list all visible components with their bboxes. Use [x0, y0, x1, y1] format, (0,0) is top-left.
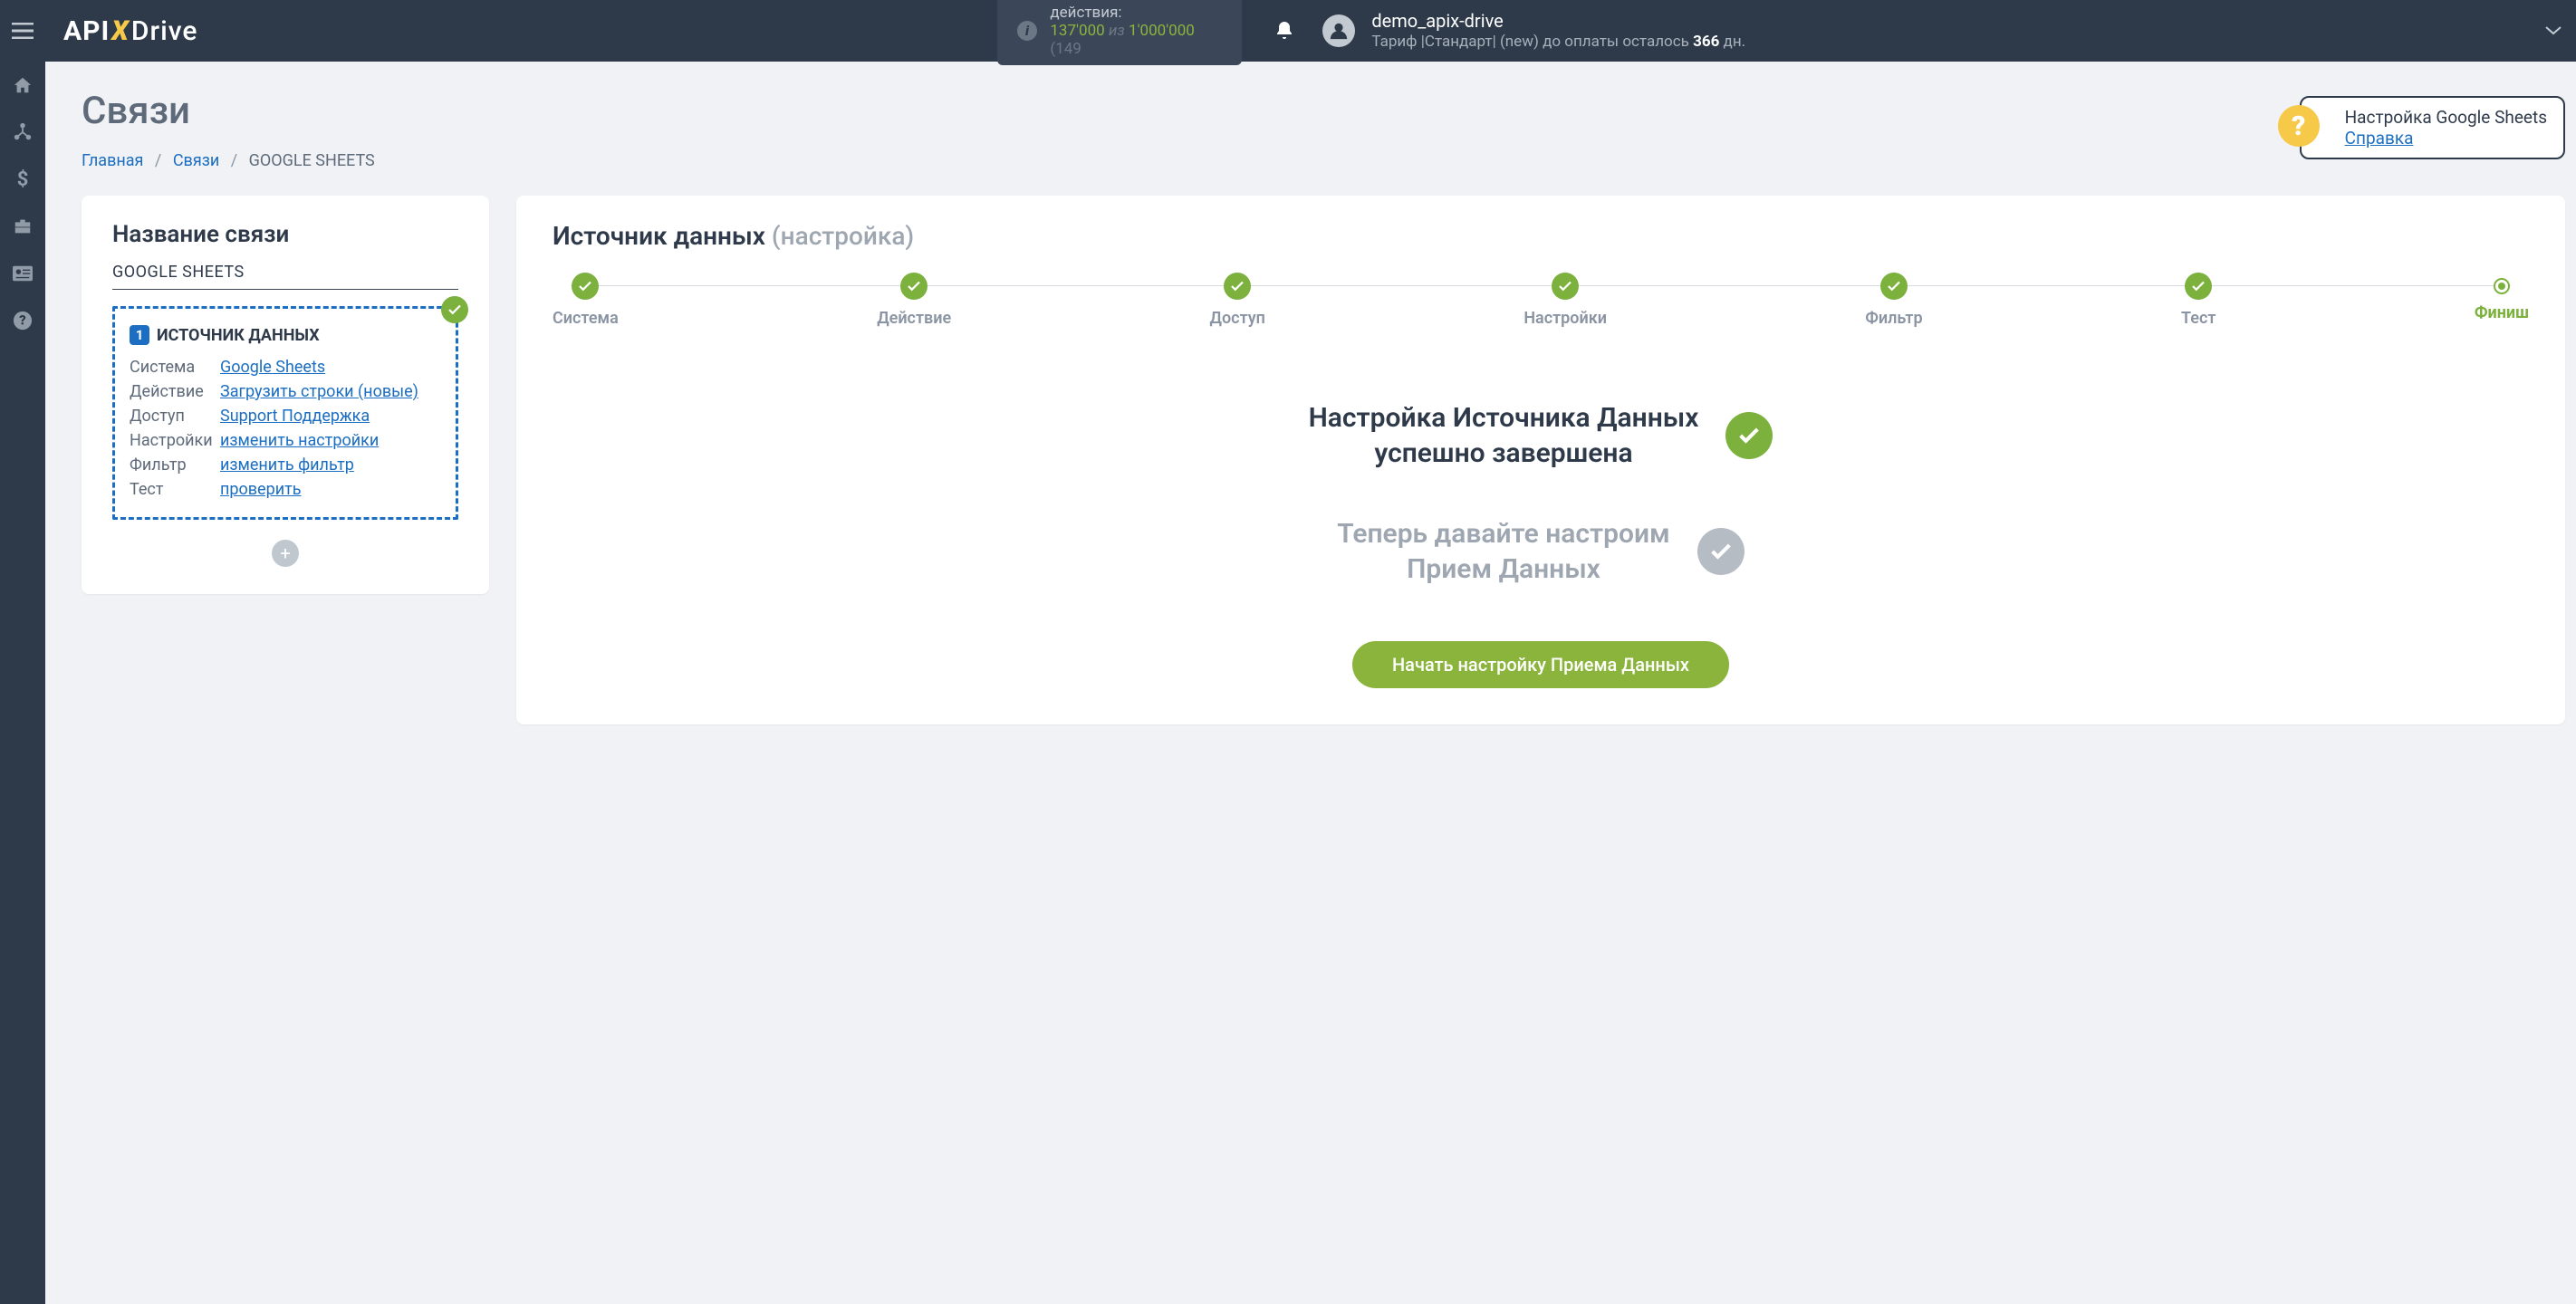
svg-text:$: $ [17, 169, 29, 189]
source-row-value[interactable]: изменить настройки [220, 431, 441, 450]
stepper-step-label: Доступ [1210, 309, 1265, 328]
stepper-step[interactable]: Доступ [1210, 273, 1265, 328]
source-number-badge: 1 [130, 325, 149, 345]
stepper-step[interactable]: Система [553, 273, 619, 328]
svg-text:?: ? [19, 312, 25, 329]
breadcrumb-home[interactable]: Главная [82, 151, 143, 170]
chevron-down-icon[interactable] [2545, 26, 2562, 35]
sidebar: $ ? [0, 62, 45, 1304]
help-question-icon: ? [2278, 105, 2320, 147]
step-done-icon [1880, 273, 1908, 300]
page-title: Связи [82, 89, 375, 133]
source-title: ИСТОЧНИК ДАННЫХ [157, 326, 320, 345]
stepper-step-label: Система [553, 309, 619, 328]
right-card-heading: Источник данных (настройка) [553, 221, 2529, 251]
breadcrumb-links[interactable]: Связи [173, 151, 219, 170]
breadcrumb: Главная / Связи / GOOGLE SHEETS [82, 151, 375, 170]
stepper-step-label: Фильтр [1865, 309, 1922, 328]
source-row-label: Настройки [130, 431, 220, 450]
step-done-icon [2185, 273, 2212, 300]
source-row-value[interactable]: проверить [220, 480, 441, 499]
stepper-step-label: Настройки [1523, 309, 1607, 328]
bell-icon[interactable] [1274, 20, 1295, 42]
step-done-icon [572, 273, 599, 300]
source-block[interactable]: 1 ИСТОЧНИК ДАННЫХ СистемаGoogle SheetsДе… [112, 306, 458, 520]
sidebar-billing-icon[interactable]: $ [0, 156, 45, 203]
success-check-icon [1725, 412, 1773, 459]
info-icon: i [1017, 21, 1037, 41]
source-row-value[interactable]: Google Sheets [220, 358, 441, 377]
connection-name-card: Название связи GOOGLE SHEETS 1 ИСТОЧНИК … [82, 196, 489, 594]
source-row-value[interactable]: Загрузить строки (новые) [220, 382, 441, 401]
step-current-dot [2494, 278, 2510, 294]
source-row-label: Действие [130, 382, 220, 401]
source-setup-card: Источник данных (настройка) Система Дейст… [516, 196, 2565, 724]
sidebar-home-icon[interactable] [0, 62, 45, 109]
success-status-text: Настройка Источника Данных успешно завер… [1309, 400, 1699, 471]
stepper-step[interactable]: Фильтр [1865, 273, 1922, 328]
user-block[interactable]: demo_apix-drive Тариф |Стандарт| (new) д… [1371, 10, 1745, 52]
help-box[interactable]: ? Настройка Google Sheets Справка [2300, 96, 2565, 159]
start-destination-setup-button[interactable]: Начать настройку Приема Данных [1352, 641, 1729, 688]
breadcrumb-current: GOOGLE SHEETS [249, 151, 375, 170]
main: Связи Главная / Связи / GOOGLE SHEETS ? … [45, 0, 2576, 724]
pending-check-icon [1697, 528, 1745, 575]
source-row-label: Фильтр [130, 455, 220, 475]
topbar: APIXDrive i действия: 137'000 из 1'000'0… [0, 0, 2576, 62]
step-done-icon [1552, 273, 1579, 300]
stepper-step[interactable]: Настройки [1523, 273, 1607, 328]
actions-pill[interactable]: i действия: 137'000 из 1'000'000 (149 [997, 0, 1242, 65]
step-done-icon [900, 273, 928, 300]
source-complete-badge [441, 296, 468, 323]
connection-name[interactable]: GOOGLE SHEETS [112, 263, 458, 290]
menu-toggle[interactable] [0, 0, 45, 62]
stepper-step-label: Действие [877, 309, 951, 328]
add-destination-button[interactable]: + [272, 540, 299, 567]
sidebar-briefcase-icon[interactable] [0, 203, 45, 250]
help-link[interactable]: Справка [2345, 128, 2547, 149]
stepper: Система Действие Доступ Настройки Фильтр Тест… [553, 273, 2529, 328]
sidebar-card-icon[interactable] [0, 250, 45, 297]
source-row-label: Тест [130, 480, 220, 499]
left-card-heading: Название связи [112, 221, 458, 248]
avatar-icon[interactable] [1322, 14, 1355, 47]
stepper-step[interactable]: Действие [877, 273, 951, 328]
sidebar-help-icon[interactable]: ? [0, 297, 45, 344]
step-done-icon [1224, 273, 1251, 300]
logo[interactable]: APIXDrive [63, 15, 197, 47]
sidebar-connections-icon[interactable] [0, 109, 45, 156]
stepper-step[interactable]: Финиш [2475, 278, 2529, 322]
actions-counter: действия: 137'000 из 1'000'000 (149 [1050, 4, 1222, 58]
source-row-value[interactable]: Support Поддержка [220, 407, 441, 426]
source-row-value[interactable]: изменить фильтр [220, 455, 441, 475]
stepper-step-label: Тест [2181, 309, 2216, 328]
stepper-step-label: Финиш [2475, 303, 2529, 322]
stepper-step[interactable]: Тест [2181, 273, 2216, 328]
pending-status-text: Теперь давайте настроим Прием Данных [1337, 516, 1669, 587]
source-row-label: Доступ [130, 407, 220, 426]
source-row-label: Система [130, 358, 220, 377]
